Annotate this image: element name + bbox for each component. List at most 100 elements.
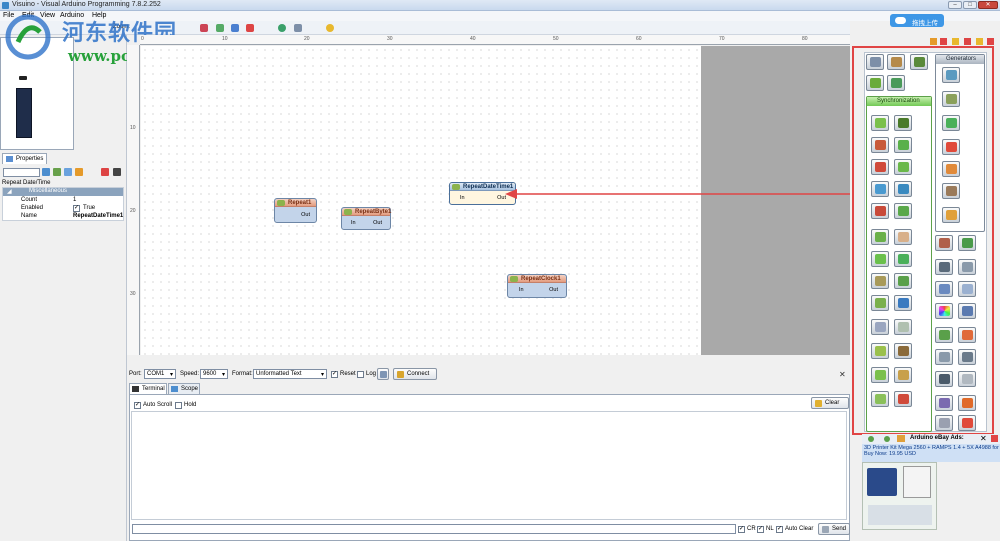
ebay-icon [897,435,905,442]
expand-icon[interactable] [53,168,61,176]
properties-tab[interactable]: Properties [2,153,47,164]
repeat-icon [277,200,285,206]
property-category-row[interactable]: ◢ Miscellaneous [3,188,123,196]
send-button-label: Send [832,526,847,532]
design-canvas[interactable] [141,46,701,355]
property-row[interactable]: Count 1 [3,197,123,205]
enabled-checkbox[interactable]: ✓ [73,205,80,212]
output-pin[interactable]: Out [373,220,382,226]
chevron-down-icon: ▾ [320,372,324,378]
component-header: RepeatClock1 [508,275,566,283]
connect-icon[interactable] [231,24,239,32]
connect-button[interactable]: Connect [393,368,437,380]
component-repeatbyte1[interactable]: RepeatByte1 In Out [341,207,391,230]
pin-icon[interactable] [101,168,109,176]
ads-header: Arduino eBay Ads: ✕ [862,434,1000,444]
format-select[interactable]: Unformatted Text ▾ [253,369,327,379]
component-repeat1[interactable]: Repeat1 Out [274,198,317,223]
property-key: Enabled [21,205,44,211]
collapse-arrow-icon: ◢ [7,189,12,195]
input-pin[interactable]: In [460,195,465,201]
input-pin[interactable]: In [519,287,524,293]
palette-search-icon[interactable] [940,38,947,45]
tools-icon[interactable] [113,168,121,176]
component-repeatclock1[interactable]: RepeatClock1 In Out [507,274,567,298]
component-title: RepeatByte1 [355,209,392,215]
send-button[interactable]: Send [818,523,850,535]
output-pin[interactable]: Out [549,287,558,293]
maximize-button[interactable]: □ [963,1,977,9]
repeat-icon [344,209,352,215]
filter-icon[interactable] [42,168,50,176]
hold-checkbox[interactable] [175,402,182,409]
ad-text[interactable]: 3D Printer Kit Mega 2560 + RAMPS 1.4 + 5… [862,444,1000,462]
cloud-icon [895,17,906,24]
auto-clear-checkbox[interactable]: ✓ [776,526,783,533]
minimize-button[interactable]: – [948,1,962,9]
chevron-down-icon: ▾ [169,372,173,378]
component-title: RepeatClock1 [521,276,561,282]
image-icon[interactable] [294,24,302,32]
tab-scope[interactable]: Scope [168,383,200,394]
ad-image[interactable] [862,462,937,530]
speed-label: Speed: [180,371,200,377]
ads-close-icon[interactable]: ✕ [980,434,987,443]
terminal-output[interactable] [131,411,847,520]
forward-icon[interactable] [884,436,890,442]
clear-button[interactable]: Clear [811,397,849,409]
ruler-tick: 20 [304,36,310,42]
properties-grid: ◢ Miscellaneous Count 1 Enabled ✓ True N… [2,187,124,221]
palette-toolbar [930,38,995,46]
back-icon[interactable] [868,436,874,442]
output-pin[interactable]: Out [301,212,310,218]
component-header: RepeatByte1 [342,208,392,216]
property-row[interactable]: Enabled ✓ True [3,205,123,213]
palette-star-icon[interactable] [976,38,983,45]
speed-select[interactable]: 9600 ▾ [200,369,228,379]
scope-icon [171,386,178,392]
sort-icon[interactable] [75,168,83,176]
close-icon[interactable] [246,24,254,32]
hold-label: Hold [184,402,197,408]
ad-title[interactable]: 3D Printer Kit Mega 2560 + RAMPS 1.4 + 5… [862,444,1000,451]
palette-folder-icon[interactable] [952,38,959,45]
ruler-tick: 10 [130,125,136,131]
log-checkbox[interactable] [357,371,364,378]
collapse-icon[interactable] [64,168,72,176]
ruler-tick: 70 [719,36,725,42]
port-value: COM1 [147,371,165,377]
close-panel-icon[interactable]: ✕ [839,370,846,379]
delete-icon[interactable] [200,24,208,32]
component-header: Repeat1 [275,199,316,207]
globe-icon[interactable] [278,24,286,32]
log-file-button[interactable] [377,368,389,380]
speed-value: 9600 [203,371,217,377]
input-pin[interactable]: In [351,220,356,226]
auto-scroll-checkbox[interactable]: ✓ [134,402,141,409]
moon-icon[interactable] [326,24,334,32]
canvas-outside-area [701,46,850,355]
ruler-tick: 80 [802,36,808,42]
reset-checkbox[interactable]: ✓ [331,371,338,378]
send-input[interactable] [132,524,736,534]
port-select[interactable]: COM1 ▾ [144,369,176,379]
palette-close-icon[interactable] [987,38,994,45]
property-row[interactable]: Name RepeatDateTime1 [3,213,123,221]
ruler-tick: 30 [387,36,393,42]
nl-checkbox[interactable]: ✓ [757,526,764,533]
app-icon [2,2,9,9]
compile-icon[interactable] [216,24,224,32]
upload-button[interactable]: 拖拽上传 [890,14,944,27]
tab-terminal[interactable]: Terminal [129,383,167,394]
serial-toolbar: Port: COM1 ▾ Speed: 9600 ▾ Format: Unforma… [128,367,838,381]
cr-checkbox[interactable]: ✓ [738,526,745,533]
breadboard-image [903,466,931,498]
properties-search-input[interactable] [3,168,40,177]
close-button[interactable]: ✕ [978,1,998,9]
palette-sort-icon[interactable] [930,38,937,45]
palette-pin-icon[interactable] [964,38,971,45]
ad-price: Buy Now: 19.95 USD [864,451,916,457]
ads-undock-icon[interactable] [991,435,998,442]
property-value: 1 [73,197,77,203]
annotation-arrow [505,189,851,199]
